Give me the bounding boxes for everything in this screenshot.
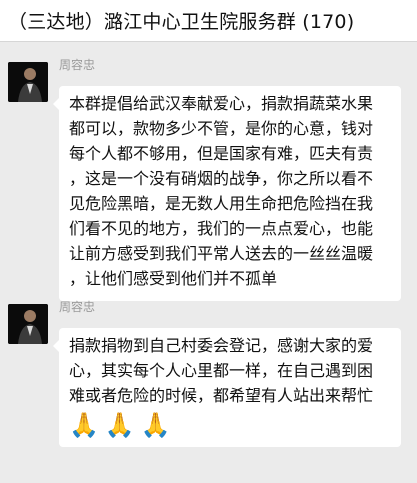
sender-avatar[interactable] [8, 62, 48, 102]
sender-avatar[interactable] [8, 304, 48, 344]
sender-name: 周容忠 [59, 300, 96, 314]
message-line: 捐款捐物到自己村委会登记，感谢大家的爱 [69, 336, 374, 355]
message-line: ，让他们感受到他们并不孤单 [69, 269, 278, 288]
message-line: 都可以，款物多少不管，是你的心意，钱对 [69, 119, 374, 138]
emoji-row: 🙏 🙏 🙏 [69, 410, 393, 440]
message-bubble[interactable]: 本群提倡给武汉奉献爱心，捐款捐蔬菜水果 都可以，款物多少不管，是你的心意，钱对 … [53, 86, 401, 301]
message-line: 每个人都不够用，但是国家有难，匹夫有责 [69, 144, 374, 163]
sender-name: 周容忠 [59, 58, 96, 72]
message-line: 见危险黑暗，是无数人用生命把危险挡在我 [69, 194, 374, 213]
message-line: 心，其实每个人心里都一样，在自己遇到困 [69, 361, 374, 380]
folded-hands-icon: 🙏 [140, 411, 171, 439]
folded-hands-icon: 🙏 [104, 411, 135, 439]
group-title: （三达地）潞江中心卫生院服务群 (170) [8, 11, 355, 33]
message-line: 们看不见的地方，我们的一点点爱心，也能 [69, 219, 374, 238]
message-line: 难或者危险的时候，都希望有人站出来帮忙 [69, 386, 374, 405]
chat-header: （三达地）潞江中心卫生院服务群 (170) [0, 0, 417, 42]
folded-hands-icon: 🙏 [69, 411, 99, 439]
message-line: ，这是一个没有硝烟的战争，你之所以看不 [69, 169, 374, 188]
message-line: 让前方感受到我们平常人送去的一丝丝温暖 [69, 244, 374, 263]
message-bubble[interactable]: 捐款捐物到自己村委会登记，感谢大家的爱 心，其实每个人心里都一样，在自己遇到困 … [53, 328, 401, 447]
message-line: 本群提倡给武汉奉献爱心，捐款捐蔬菜水果 [69, 94, 374, 113]
